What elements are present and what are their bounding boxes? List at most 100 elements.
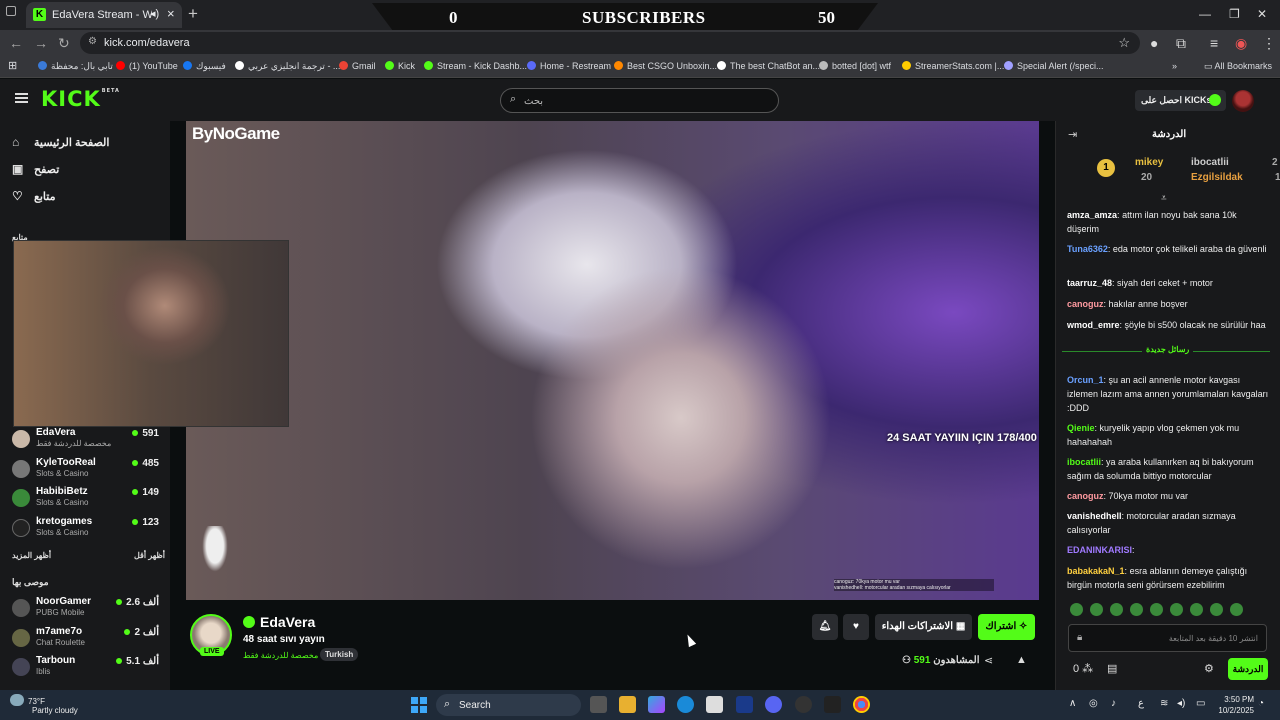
sidebar-channel[interactable]: HabibiBetz Slots & Casino 149 (10, 486, 162, 512)
app-icon[interactable] (824, 696, 841, 713)
wifi-icon[interactable]: ≋ (1160, 698, 1168, 709)
reload-icon[interactable]: ↻ (58, 35, 70, 52)
show-less-link[interactable]: أظهر أقل (134, 551, 165, 560)
puzzle-icon[interactable]: ⧉ (1176, 35, 1186, 52)
chat-message: canoguz: hakılar anne boşver (1067, 299, 1188, 309)
taskbar-search[interactable]: ⌕ Search (436, 694, 581, 716)
report-icon[interactable]: ▲ (1016, 654, 1027, 666)
collapse-chat-icon[interactable]: ⇥ (1068, 128, 1077, 141)
bookmark-item[interactable]: فيسبوك (183, 61, 226, 72)
bookmarks-overflow-icon[interactable]: » (1172, 61, 1177, 71)
share-icon[interactable]: ⋖ (984, 654, 993, 667)
favorite-heart-button[interactable]: ♥ (843, 614, 869, 640)
bookmark-star-icon[interactable]: ☆ (1118, 35, 1130, 51)
battery-icon[interactable]: ▭ (1196, 698, 1205, 709)
app-l-icon[interactable] (736, 696, 753, 713)
notification-icon[interactable]: ◔ (1258, 698, 1264, 709)
apps-icon[interactable]: ⊞ (8, 59, 17, 72)
browser-tab[interactable]: K EdaVera Stream - Watch Li ◂) × (26, 2, 182, 28)
bookmark-item[interactable]: The best ChatBot an... (717, 61, 820, 71)
sidebar-item-browse[interactable]: ▣ تصفح (12, 162, 59, 176)
new-tab-button[interactable]: + (188, 4, 198, 24)
emote-bar[interactable] (1070, 603, 1270, 617)
bookmark-item[interactable]: تابي بال: محفظة (38, 61, 113, 72)
expand-leaderboard-icon[interactable]: ⩡ (1161, 193, 1167, 204)
edge-icon[interactable] (677, 696, 694, 713)
minimize-button[interactable]: — (1199, 7, 1211, 21)
back-icon[interactable]: ← (9, 35, 23, 51)
menu-icon[interactable]: ⋮ (1262, 35, 1276, 52)
bookmark-item[interactable]: StreamerStats.com |... (902, 61, 1004, 71)
sidebar-channel[interactable]: KyleTooReal Slots & Casino 485 (10, 457, 162, 483)
gift-subs-button[interactable]: الاشتراكات الهداء ▦ (875, 614, 972, 640)
chat-points[interactable]: 0 ⁂ (1073, 662, 1093, 675)
site-info-icon[interactable]: ⚙ (88, 36, 97, 47)
close-tab-icon[interactable]: × (167, 6, 175, 21)
show-more-link[interactable]: أظهر المزيد (12, 551, 51, 560)
bookmark-item[interactable]: (1) YouTube (116, 61, 178, 71)
maximize-button[interactable]: ❐ (1229, 7, 1240, 21)
close-window-button[interactable]: ✕ (1257, 7, 1267, 21)
subscribe-button[interactable]: اشتراك ✧ (978, 614, 1035, 640)
bookmark-item[interactable]: ترجمة انجليزي عربي - ... (235, 61, 340, 72)
bookmark-item[interactable]: Special Alert (/speci... (1004, 61, 1104, 71)
tray-app-icon[interactable]: ◎ (1089, 698, 1098, 709)
chat-gift-icon[interactable]: ▤ (1107, 662, 1117, 675)
tray-overflow-icon[interactable]: ∧ (1069, 698, 1076, 709)
kick-logo[interactable]: KICKBETA (41, 87, 120, 111)
bookmark-item[interactable]: Best CSGO Unboxin... (614, 61, 717, 71)
sidebar-recommended-channel[interactable]: NoorGamer PUBG Mobile 2.6 ألف (10, 596, 162, 622)
chrome-icon[interactable] (853, 696, 870, 713)
microphone-icon[interactable]: ♪ (1111, 698, 1116, 709)
copilot-icon[interactable] (648, 696, 665, 713)
profile-icon[interactable]: ◉ (1235, 35, 1247, 52)
video-player[interactable]: ByNoGame 24 SAAT YAYIIN IÇIN 178/400 can… (186, 121, 1039, 600)
search-input[interactable]: ⌕ بحث (500, 88, 779, 113)
bookmark-item[interactable]: Gmail (339, 61, 376, 71)
stream-category[interactable]: مخصصة للدردشة فقط (243, 651, 318, 660)
sidebar-channel[interactable]: kretogames Slots & Casino 123 (10, 516, 162, 542)
store-icon[interactable] (706, 696, 723, 713)
live-badge: LIVE (200, 647, 224, 656)
media-icon[interactable]: ≡ (1210, 35, 1218, 51)
speaker-icon[interactable]: ◂) (150, 7, 159, 20)
video-mini-chat: canoguz: 70kya motor mu var vanishedhell… (834, 579, 994, 591)
chat-message: EDANINKARISI: (1067, 545, 1135, 555)
forward-icon[interactable]: → (34, 35, 48, 51)
sidebar-item-home[interactable]: ⌂ الصفحة الرئيسية (12, 135, 109, 149)
discord-icon[interactable] (765, 696, 782, 713)
sidebar-channel[interactable]: EdaVera مخصصة للدردشة فقط 591 (10, 427, 162, 453)
steam-icon[interactable] (795, 696, 812, 713)
sidebar-recommended-channel[interactable]: Tarboun Iblis 5.1 ألف (10, 655, 162, 681)
start-button[interactable] (411, 697, 427, 713)
chat-input[interactable]: 🔒︎ انتشر 10 دقيقة بعد المتابعة (1068, 624, 1267, 652)
sidebar-recommended-channel[interactable]: m7ame7o Chat Roulette 2 ألف (10, 626, 162, 652)
user-avatar[interactable] (1232, 90, 1254, 112)
file-explorer-icon[interactable] (619, 696, 636, 713)
volume-icon[interactable]: ◂) (1177, 698, 1185, 709)
extension-icon[interactable]: ● (1150, 35, 1158, 51)
notification-bell-button[interactable]: 🔔︎ (812, 614, 838, 640)
clock[interactable]: 3:50 PM 10/2/2025 (1214, 694, 1254, 716)
language-tag[interactable]: Turkish (320, 648, 359, 661)
chat-message: babakakaN_1: esra ablanın demeye çalıştı… (1067, 566, 1248, 590)
search-icon: ⌕ (444, 698, 451, 710)
bookmark-item[interactable]: Stream - Kick Dashb... (424, 61, 527, 71)
get-kicks-button[interactable]: احصل على KICKs (1135, 90, 1226, 111)
stream-info-bar: LIVE EdaVera 48 saat sıvı yayın مخصصة لل… (186, 600, 1039, 690)
tab-search-icon[interactable] (6, 6, 16, 16)
search-placeholder: بحث (524, 96, 544, 107)
chat-settings-icon[interactable]: ⚙ (1204, 662, 1214, 675)
all-bookmarks[interactable]: ▭ All Bookmarks (1204, 61, 1272, 72)
bookmark-item[interactable]: Home - Restream (527, 61, 611, 71)
bookmark-item[interactable]: botted [dot] wtf (819, 61, 891, 71)
input-language-icon[interactable]: ع (1138, 698, 1144, 709)
streamer-name[interactable]: EdaVera (243, 614, 315, 630)
task-view-icon[interactable] (590, 696, 607, 713)
bookmark-item[interactable]: Kick (385, 61, 415, 71)
hamburger-menu-icon[interactable] (15, 93, 28, 103)
url-field[interactable]: ⚙ kick.com/edavera ☆ (80, 32, 1140, 54)
chat-send-button[interactable]: الدردشة (1228, 658, 1268, 680)
weather-widget[interactable]: 73°F Partly cloudy (10, 694, 78, 715)
sidebar-item-following[interactable]: ♡ متابع (12, 189, 55, 203)
